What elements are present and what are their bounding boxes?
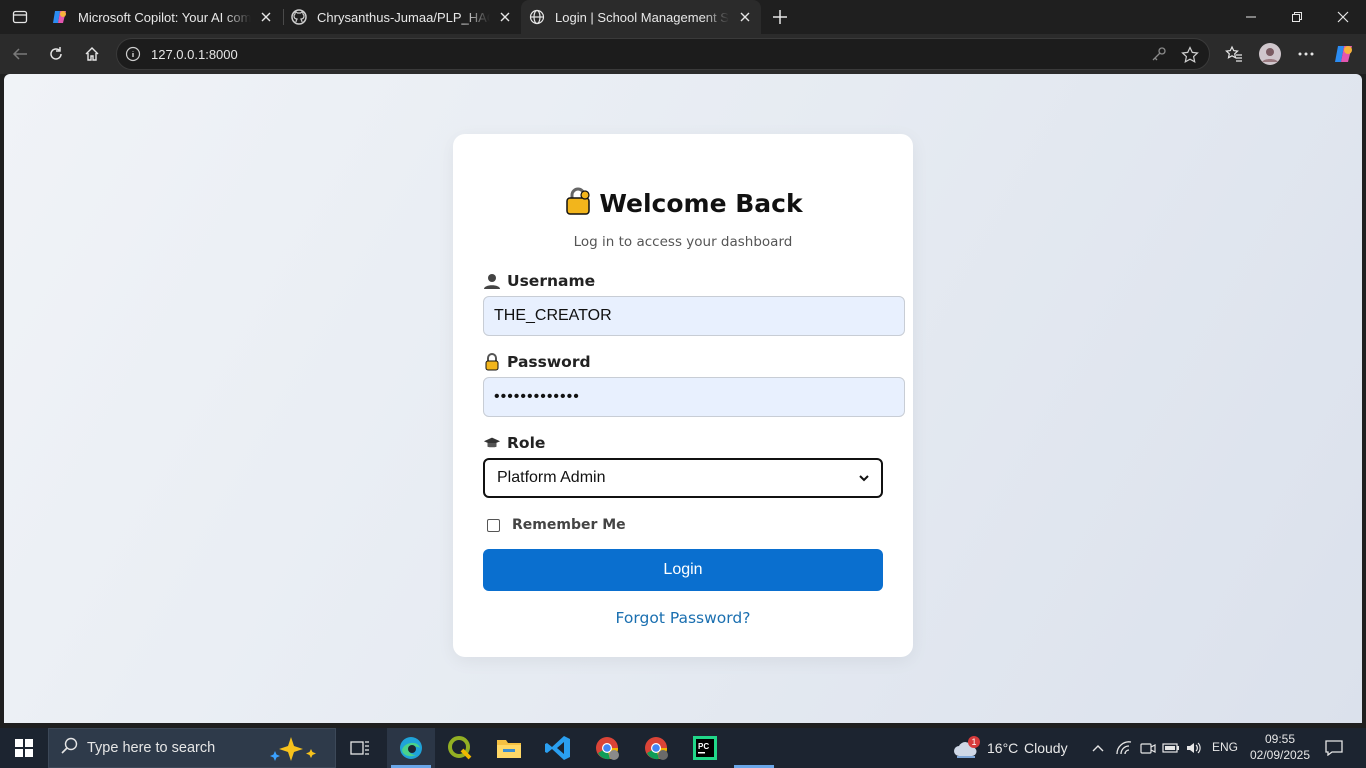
- tab-login-active[interactable]: Login | School Management System: [521, 0, 761, 34]
- login-card: Welcome Back Log in to access your dashb…: [453, 134, 913, 657]
- browser-title-bar: Microsoft Copilot: Your AI companion Chr…: [0, 0, 1366, 34]
- password-label-text: Password: [507, 353, 591, 371]
- login-button[interactable]: Login: [483, 549, 883, 591]
- battery-icon[interactable]: [1159, 728, 1183, 768]
- user-silhouette-icon: [483, 272, 501, 290]
- qgis-taskbar-icon[interactable]: [436, 728, 484, 768]
- copilot-icon[interactable]: [1330, 40, 1358, 68]
- close-tab-icon[interactable]: [259, 9, 274, 25]
- more-menu-icon[interactable]: [1292, 40, 1320, 68]
- navigation-bar: 127.0.0.1:8000: [0, 34, 1366, 74]
- password-label: Password: [483, 353, 591, 371]
- remember-me-label[interactable]: Remember Me: [512, 517, 626, 533]
- username-input[interactable]: [483, 296, 905, 336]
- meet-now-icon[interactable]: [1136, 728, 1160, 768]
- url-text: 127.0.0.1:8000: [151, 47, 238, 62]
- taskbar-search-box[interactable]: Type here to search: [48, 728, 336, 768]
- back-button[interactable]: [6, 40, 34, 68]
- pycharm-taskbar-icon[interactable]: PC: [681, 728, 729, 768]
- chrome-profile-taskbar-icon[interactable]: [632, 728, 680, 768]
- github-favicon-icon: [291, 9, 307, 25]
- favorite-star-icon[interactable]: [1181, 46, 1199, 69]
- search-placeholder: Type here to search: [87, 740, 216, 756]
- weather-badge: 1: [968, 736, 980, 748]
- tab-github[interactable]: Chrysanthus-Jumaa/PLP_HACKATHON: [283, 0, 521, 34]
- weather-temp[interactable]: 16°C: [987, 740, 1018, 756]
- minimize-button[interactable]: [1228, 0, 1274, 34]
- tab-actions-icon[interactable]: [8, 5, 32, 29]
- role-selected-value: Platform Admin: [497, 469, 606, 486]
- forgot-password-link[interactable]: Forgot Password?: [453, 609, 913, 627]
- password-input[interactable]: [483, 377, 905, 417]
- volume-icon[interactable]: [1182, 728, 1206, 768]
- remember-me-row: Remember Me: [487, 517, 626, 533]
- page-viewport: Welcome Back Log in to access your dashb…: [4, 74, 1362, 723]
- task-view-icon[interactable]: [336, 728, 384, 768]
- vscode-taskbar-icon[interactable]: [534, 728, 582, 768]
- clock-date: 02/09/2025: [1249, 748, 1311, 762]
- profile-avatar[interactable]: [1256, 40, 1284, 68]
- close-window-button[interactable]: [1320, 0, 1366, 34]
- new-tab-button[interactable]: [768, 5, 792, 29]
- tab-label: Microsoft Copilot: Your AI companion: [78, 9, 251, 25]
- tab-copilot[interactable]: Microsoft Copilot: Your AI companion: [44, 0, 282, 34]
- tab-label: Chrysanthus-Jumaa/PLP_HACKATHON: [317, 9, 490, 25]
- page-title: Welcome Back: [453, 186, 913, 222]
- chevron-up-icon[interactable]: [1086, 728, 1110, 768]
- search-icon: [61, 737, 79, 759]
- chrome-taskbar-icon[interactable]: [583, 728, 631, 768]
- taskbar-clock[interactable]: 09:55 02/09/2025: [1240, 731, 1320, 763]
- copilot-favicon-icon: [52, 9, 68, 25]
- weather-cloud-icon[interactable]: 1: [944, 728, 988, 768]
- edge-taskbar-icon[interactable]: [387, 728, 435, 768]
- remember-me-checkbox[interactable]: [487, 518, 500, 532]
- clock-time: 09:55: [1264, 732, 1296, 746]
- svg-text:PC: PC: [698, 742, 709, 751]
- globe-icon: [529, 9, 545, 25]
- windows-taskbar: Type here to search PC 1 16°C Cloudy ENG…: [0, 728, 1366, 768]
- refresh-button[interactable]: [42, 40, 70, 68]
- site-info-icon[interactable]: [125, 46, 141, 62]
- close-tab-icon[interactable]: [737, 9, 753, 25]
- language-indicator[interactable]: ENG: [1212, 740, 1238, 754]
- favorites-icon[interactable]: [1220, 40, 1248, 68]
- tab-label: Login | School Management System: [555, 9, 729, 25]
- close-tab-icon[interactable]: [498, 9, 513, 25]
- username-label-text: Username: [507, 272, 596, 290]
- graduation-cap-icon: [483, 434, 501, 452]
- lock-with-key-icon: [563, 186, 593, 222]
- file-explorer-taskbar-icon[interactable]: [485, 728, 533, 768]
- home-button[interactable]: [78, 40, 106, 68]
- title-text: Welcome Back: [599, 189, 803, 218]
- start-button[interactable]: [0, 728, 48, 768]
- lock-icon: [483, 353, 501, 371]
- weather-condition[interactable]: Cloudy: [1024, 740, 1068, 756]
- sparkle-icon[interactable]: [267, 735, 327, 767]
- password-key-icon[interactable]: [1151, 46, 1167, 67]
- address-bar[interactable]: 127.0.0.1:8000: [116, 38, 1210, 70]
- chevron-down-icon: [859, 469, 869, 487]
- role-label-text: Role: [507, 434, 546, 452]
- page-subtitle: Log in to access your dashboard: [573, 234, 793, 250]
- role-label: Role: [483, 434, 545, 452]
- username-label: Username: [483, 272, 595, 290]
- restore-button[interactable]: [1274, 0, 1320, 34]
- role-select[interactable]: Platform Admin: [483, 458, 883, 498]
- notifications-icon[interactable]: [1318, 728, 1350, 768]
- wifi-icon[interactable]: [1112, 728, 1136, 768]
